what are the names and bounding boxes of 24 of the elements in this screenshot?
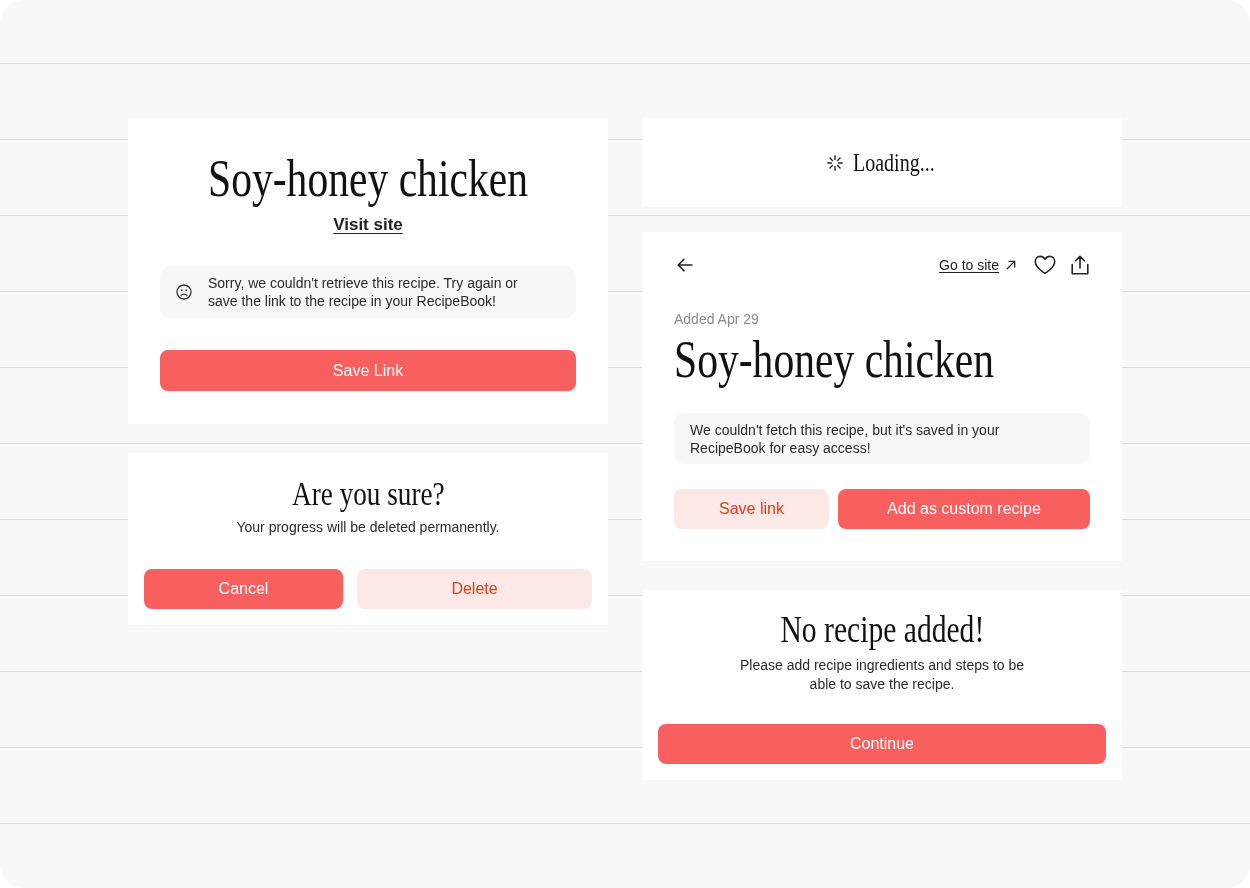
dialog-message: Your progress will be deleted permanently. [235, 518, 501, 536]
dialog-title: No recipe added! [780, 608, 984, 652]
share-icon[interactable] [1071, 255, 1089, 275]
added-date: Added Apr 29 [674, 310, 760, 328]
go-to-site-link[interactable]: Go to site [939, 257, 1016, 273]
cancel-button[interactable]: Cancel [144, 569, 343, 609]
spinner-icon [826, 154, 843, 171]
recipe-title: Soy-honey chicken [674, 331, 994, 388]
continue-button[interactable]: Continue [658, 724, 1106, 764]
dialog-message: Please add recipe ingredients and steps to be able to save the recipe. [738, 656, 1026, 694]
add-custom-recipe-button[interactable]: Add as custom recipe [838, 489, 1090, 529]
save-link-button[interactable]: Save Link [160, 350, 576, 391]
heart-icon[interactable] [1034, 255, 1056, 275]
delete-button[interactable]: Delete [357, 569, 592, 609]
arrow-left-icon[interactable] [677, 258, 693, 272]
dialog-title: Are you sure? [291, 474, 445, 514]
sad-face-icon [176, 284, 192, 300]
visit-site-link[interactable]: Visit site [333, 215, 403, 234]
notice-message: We couldn't fetch this recipe, but it's saved in your RecipeBook for easy access! [674, 413, 1090, 464]
error-message: Sorry, we couldn't retrieve this recipe. Try again or save the link to the recipe in your RecipeBook! [208, 274, 519, 310]
recipe-title: Soy-honey chicken [208, 150, 528, 207]
save-link-button[interactable]: Save link [674, 489, 829, 529]
loading-text: Loading... [852, 147, 935, 178]
arrow-up-right-icon [1006, 260, 1016, 270]
